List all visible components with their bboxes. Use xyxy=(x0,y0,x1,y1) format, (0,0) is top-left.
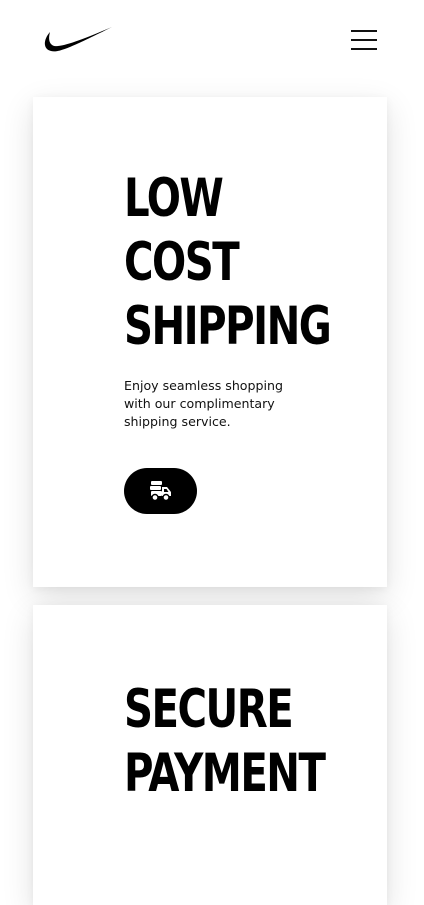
low-cost-shipping-card: LOW COST SHIPPING Enjoy seamless shoppin… xyxy=(33,97,387,587)
card-title-line: COST xyxy=(124,232,240,293)
hamburger-menu-icon[interactable] xyxy=(348,28,380,52)
site-header xyxy=(0,0,424,80)
swoosh-logo-icon[interactable] xyxy=(42,26,114,54)
card-title: LOW COST SHIPPING xyxy=(124,167,332,359)
card-title-line: SHIPPING xyxy=(124,296,332,357)
menu-line xyxy=(351,48,377,50)
menu-line xyxy=(351,30,377,32)
shipping-button[interactable] xyxy=(124,468,197,514)
menu-line xyxy=(351,39,377,41)
card-title-line: PAYMENT xyxy=(124,743,326,804)
card-description: Enjoy seamless shopping with our complim… xyxy=(124,378,283,429)
secure-payment-card: SECURE PAYMENT xyxy=(33,605,387,905)
delivery-truck-icon xyxy=(150,481,171,502)
card-title-line: LOW xyxy=(124,168,224,229)
card-title: SECURE PAYMENT xyxy=(124,678,326,806)
card-title-line: SECURE xyxy=(124,679,294,740)
